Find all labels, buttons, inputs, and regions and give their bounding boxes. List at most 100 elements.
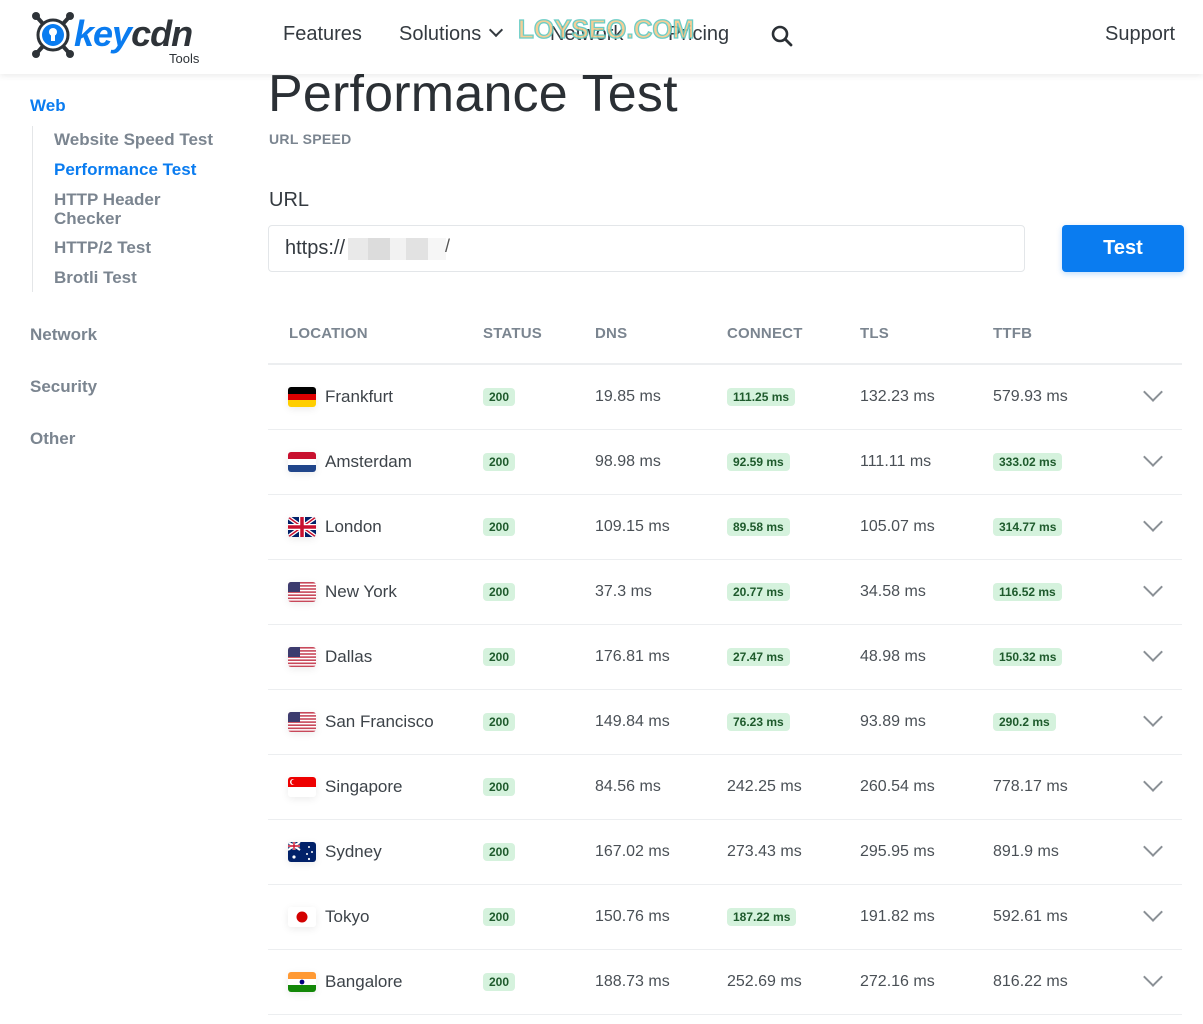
sidebar-group-other[interactable]: Other [30,429,75,449]
search-icon[interactable] [771,25,793,47]
chevron-down-icon [489,22,504,38]
connect-value: 273.43 ms [727,843,802,860]
table-row[interactable]: New York 200 37.3 ms 20.77 ms 34.58 ms 116.… [268,560,1182,625]
location-name: Dallas [325,647,373,666]
sidebar-group-network[interactable]: Network [30,325,97,345]
chevron-down-icon[interactable] [1145,517,1161,533]
table-row[interactable]: Frankfurt 200 19.85 ms 111.25 ms 132.23 ms… [268,365,1182,430]
sidebar-link-http2-test[interactable]: HTTP/2 Test [54,238,234,257]
chevron-down-icon[interactable] [1145,647,1161,663]
table-row[interactable]: San Francisco 200 149.84 ms 76.23 ms 93.89… [268,690,1182,755]
tls-value: 132.23 ms [860,388,935,405]
dns-value: 150.76 ms [595,908,670,925]
chevron-down-icon[interactable] [1145,387,1161,403]
dns-value: 37.3 ms [595,583,652,600]
location-cell: Dallas [288,625,372,689]
url-label: URL [269,189,310,211]
dns-value: 109.15 ms [595,518,670,535]
nav-solutions[interactable]: Solutions [399,22,504,46]
redacted-url-part [390,238,406,260]
dns-cell: 150.76 ms [595,885,670,949]
nav-support[interactable]: Support [1105,23,1175,46]
logo-subtitle: Tools [169,51,200,66]
connect-cell: 89.58 ms [727,495,790,559]
ttfb-cell: 579.93 ms [993,365,1068,429]
header-dns[interactable]: DNS [595,325,627,342]
redacted-url-part [428,238,446,260]
connect-value-badge: 187.22 ms [727,908,797,926]
dns-cell: 98.98 ms [595,430,661,494]
key-logo-icon [32,12,74,58]
sidebar-link-http-header-checker[interactable]: HTTP Header Checker [54,190,184,228]
nav-solutions-label: Solutions [399,23,482,45]
sidebar-link-website-speed-test[interactable]: Website Speed Test [54,130,234,149]
header-status[interactable]: STATUS [483,325,542,342]
ttfb-cell: 116.52 ms [993,560,1062,624]
dns-cell: 84.56 ms [595,755,661,819]
connect-value: 252.69 ms [727,973,802,990]
header-connect[interactable]: CONNECT [727,325,803,342]
table-row[interactable]: Sydney 200 167.02 ms 273.43 ms 295.95 ms 89… [268,820,1182,885]
keycdn-logo[interactable]: keycdn Tools [30,8,199,68]
logo-key-text: key [74,13,132,54]
location-name: Sydney [325,842,382,861]
nav-pricing[interactable]: Pricing [668,23,729,46]
sidebar-web-links: Website Speed Test Performance Test HTTP… [32,126,242,292]
flag-gb-icon [288,517,316,537]
nav-network[interactable]: Network [550,23,623,46]
results-table: LOCATION STATUS DNS CONNECT TLS TTFB Fra… [268,300,1182,1015]
tls-cell: 132.23 ms [860,365,935,429]
ttfb-value-badge: 290.2 ms [993,713,1056,731]
sidebar-link-performance-test[interactable]: Performance Test [54,160,234,179]
connect-cell: 76.23 ms [727,690,790,754]
test-button[interactable]: Test [1062,225,1184,272]
ttfb-value-badge: 116.52 ms [993,583,1062,601]
sidebar-link-brotli-test[interactable]: Brotli Test [54,268,234,287]
location-cell: London [288,495,382,559]
status-cell: 200 [483,560,516,624]
sidebar-group-security[interactable]: Security [30,377,97,397]
location-name: London [325,517,382,536]
nav-features[interactable]: Features [283,23,362,46]
flag-au-icon [288,842,316,862]
tls-value: 93.89 ms [860,713,926,730]
tls-value: 48.98 ms [860,648,926,665]
location-name: Singapore [325,777,403,796]
table-row[interactable]: Amsterdam 200 98.98 ms 92.59 ms 111.11 ms 3… [268,430,1182,495]
location-name: Bangalore [325,972,403,991]
table-row[interactable]: Singapore 200 84.56 ms 242.25 ms 260.54 ms… [268,755,1182,820]
header-tls[interactable]: TLS [860,325,889,342]
chevron-down-icon[interactable] [1145,972,1161,988]
chevron-down-icon[interactable] [1145,777,1161,793]
sidebar-group-web[interactable]: Web [30,96,66,116]
connect-value-badge: 27.47 ms [727,648,790,666]
table-row[interactable]: Tokyo 200 150.76 ms 187.22 ms 191.82 ms 592… [268,885,1182,950]
status-badge: 200 [483,583,516,601]
table-row[interactable]: Bangalore 200 188.73 ms 252.69 ms 272.16 m… [268,950,1182,1015]
dns-cell: 19.85 ms [595,365,661,429]
table-header: LOCATION STATUS DNS CONNECT TLS TTFB [268,300,1182,365]
chevron-down-icon[interactable] [1145,712,1161,728]
chevron-down-icon[interactable] [1145,452,1161,468]
dns-value: 98.98 ms [595,453,661,470]
tls-value: 34.58 ms [860,583,926,600]
status-cell: 200 [483,430,516,494]
redacted-url-part [348,238,368,260]
status-cell: 200 [483,885,516,949]
dns-cell: 37.3 ms [595,560,652,624]
status-badge: 200 [483,518,516,536]
header-ttfb[interactable]: TTFB [993,325,1032,342]
tls-cell: 48.98 ms [860,625,926,689]
status-badge: 200 [483,973,516,991]
connect-cell: 27.47 ms [727,625,790,689]
location-name: San Francisco [325,712,434,731]
chevron-down-icon[interactable] [1145,842,1161,858]
table-row[interactable]: London 200 109.15 ms 89.58 ms 105.07 ms 314… [268,495,1182,560]
chevron-down-icon[interactable] [1145,582,1161,598]
table-row[interactable]: Dallas 200 176.81 ms 27.47 ms 48.98 ms 150.… [268,625,1182,690]
connect-value: 242.25 ms [727,778,802,795]
chevron-down-icon[interactable] [1145,907,1161,923]
header-location[interactable]: LOCATION [289,325,368,342]
ttfb-value: 579.93 ms [993,388,1068,405]
connect-cell: 92.59 ms [727,430,790,494]
